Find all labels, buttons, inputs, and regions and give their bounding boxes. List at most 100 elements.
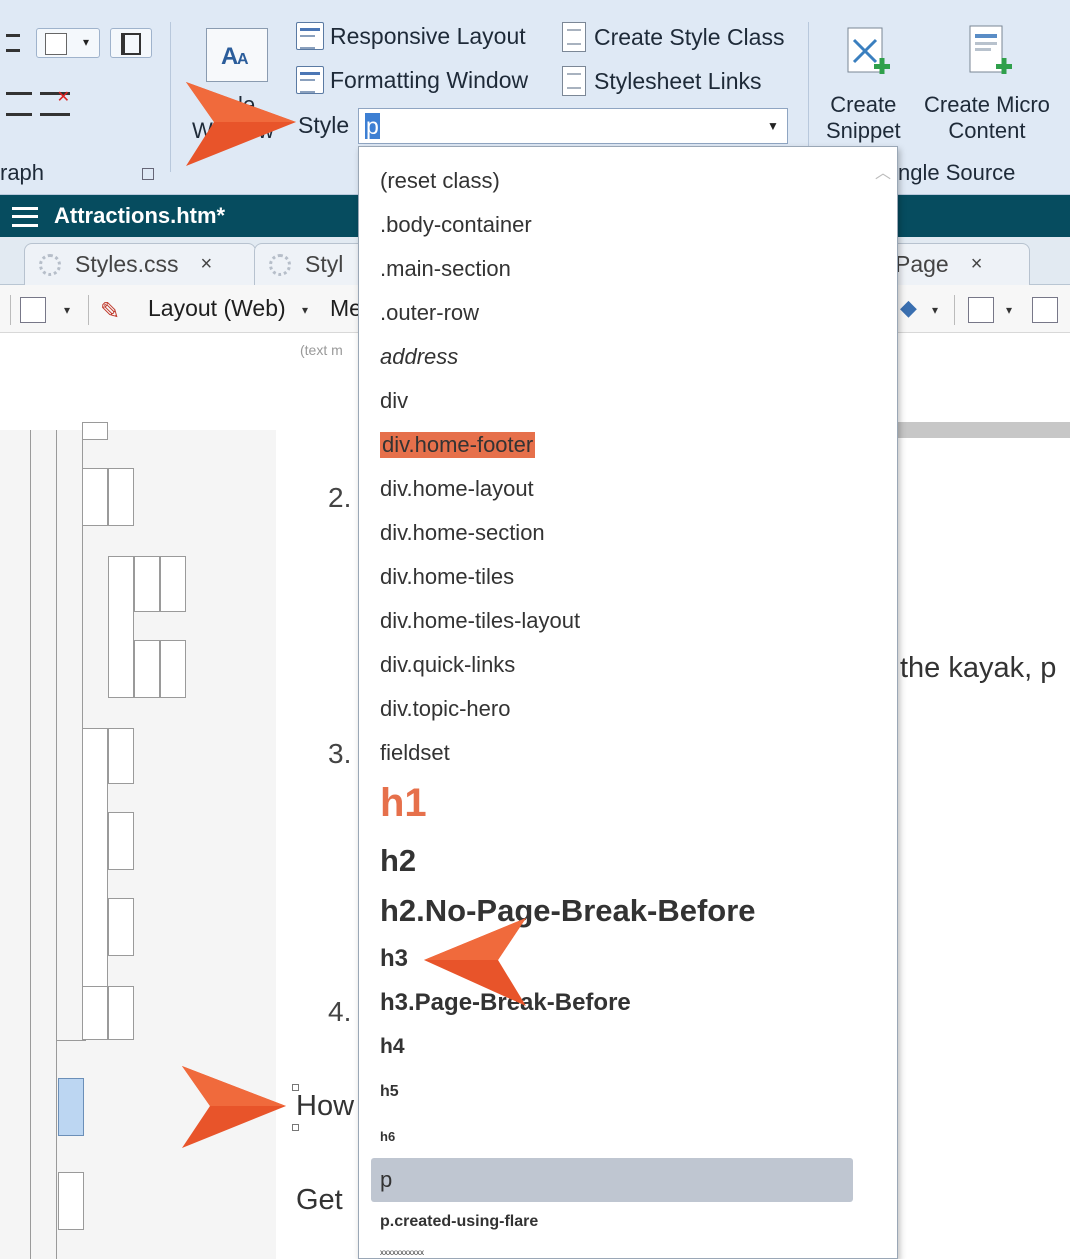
structure-node-selected[interactable]	[58, 1078, 84, 1136]
style-option[interactable]: div	[380, 388, 408, 414]
chevron-down-icon[interactable]: ▾	[932, 303, 938, 317]
create-micro-content-label[interactable]: Create Micro Content	[924, 92, 1050, 144]
style-option[interactable]: div.home-layout	[380, 476, 534, 502]
layout-web-dropdown[interactable]: Layout (Web)	[148, 295, 286, 322]
toolbar-separator	[954, 295, 955, 325]
chevron-down-icon[interactable]: ▾	[1006, 303, 1012, 317]
structure-node[interactable]	[108, 468, 134, 526]
group-separator	[170, 22, 171, 172]
structure-node[interactable]	[58, 1172, 84, 1230]
responsive-layout-icon	[296, 22, 324, 50]
style-option[interactable]: address	[380, 344, 458, 370]
style-option[interactable]: h5	[380, 1083, 399, 1101]
chevron-down-icon[interactable]: ▼	[759, 109, 787, 143]
style-option[interactable]: div.quick-links	[380, 652, 515, 678]
snippet-icon	[847, 27, 890, 74]
style-option[interactable]: div.home-section	[380, 520, 545, 546]
style-window-icon-small: A	[237, 51, 249, 68]
stylesheet-links-button[interactable]: Stylesheet Links	[562, 66, 761, 96]
style-window-button[interactable]: A A	[206, 28, 268, 82]
structure-node[interactable]	[108, 556, 134, 698]
create-micro-content-button[interactable]	[968, 22, 1014, 84]
paragraph-icon	[45, 33, 67, 55]
style-option[interactable]: (reset class)	[380, 168, 500, 194]
single-source-group-label: ngle Source	[898, 160, 1016, 185]
create-micro-content-label-line1: Create Micro	[924, 92, 1050, 117]
toolbar-separator	[10, 295, 11, 325]
micro-content-icon	[969, 25, 1012, 74]
stylesheet-links-icon	[562, 66, 586, 96]
selection-handle[interactable]	[292, 1084, 299, 1091]
style-window-icon: A	[221, 43, 239, 70]
formatting-window-button[interactable]: Formatting Window	[296, 66, 528, 94]
style-option[interactable]: p	[380, 1167, 392, 1193]
style-option[interactable]: .main-section	[380, 256, 511, 282]
create-style-class-label: Create Style Class	[594, 23, 785, 50]
list-icon	[121, 33, 141, 55]
style-option[interactable]: xxxxxxxxxxx	[380, 1248, 424, 1257]
style-option[interactable]: h4	[380, 1035, 405, 1059]
list-number: 3.	[328, 738, 352, 769]
callout-arrow-style	[186, 82, 296, 166]
style-option[interactable]: h6	[380, 1129, 395, 1144]
style-combo-value: p	[365, 113, 380, 139]
paragraph-style-button[interactable]: ▾	[36, 28, 100, 58]
layout-icon: ✎	[100, 298, 121, 325]
body-text-how[interactable]: How	[296, 1090, 354, 1123]
style-option[interactable]: p.created-using-flare	[380, 1213, 538, 1231]
text-icon[interactable]	[1032, 297, 1058, 323]
create-micro-content-label-line2: Content	[948, 118, 1026, 143]
structure-node[interactable]	[108, 728, 134, 784]
structure-line	[30, 430, 31, 1259]
style-option[interactable]: .body-container	[380, 212, 532, 238]
align-left-icon	[6, 34, 20, 52]
style-option[interactable]: fieldset	[380, 740, 450, 766]
structure-node[interactable]	[108, 812, 134, 870]
structure-node[interactable]	[160, 640, 186, 698]
tool-icon[interactable]: ◆	[900, 295, 917, 321]
responsive-layout-button[interactable]: Responsive Layout	[296, 22, 526, 50]
create-snippet-label[interactable]: Create Snippet	[826, 92, 901, 144]
create-style-class-button[interactable]: Create Style Class	[562, 22, 784, 52]
zoom-icon[interactable]	[20, 297, 46, 323]
style-option[interactable]: .outer-row	[380, 300, 479, 326]
chevron-down-icon[interactable]: ▾	[302, 303, 308, 317]
list-button[interactable]	[110, 28, 152, 58]
tab-page[interactable]: Page ×	[880, 243, 1030, 285]
formatting-window-label: Formatting Window	[330, 66, 529, 93]
structure-node[interactable]	[134, 556, 160, 612]
menu-icon[interactable]	[12, 207, 38, 227]
style-option[interactable]: div.topic-hero	[380, 696, 510, 722]
body-text-kayak: the kayak, p	[900, 652, 1057, 684]
dialog-launcher-icon[interactable]	[142, 168, 154, 180]
structure-node[interactable]	[108, 898, 134, 956]
style-option[interactable]: h1	[380, 781, 427, 826]
gear-icon	[269, 253, 291, 276]
style-option[interactable]: div.home-tiles	[380, 564, 514, 590]
justify-icon[interactable]	[6, 92, 32, 116]
style-option[interactable]: div.home-tiles-layout	[380, 608, 580, 634]
structure-node[interactable]	[82, 986, 108, 1040]
style-option[interactable]: h3	[380, 945, 408, 973]
list-number: 4.	[328, 996, 352, 1027]
align-left-button[interactable]	[2, 28, 28, 58]
clear-format-icon[interactable]: ✕	[40, 89, 70, 116]
tab-styles-css[interactable]: Styles.css ×	[24, 243, 256, 285]
variable-icon[interactable]	[968, 297, 994, 323]
chevron-down-icon[interactable]: ▾	[64, 303, 70, 317]
structure-node[interactable]	[82, 422, 108, 440]
selection-handle[interactable]	[292, 1124, 299, 1131]
structure-node[interactable]	[108, 986, 134, 1040]
structure-node[interactable]	[160, 556, 186, 612]
structure-node[interactable]	[82, 468, 108, 526]
create-snippet-button[interactable]	[846, 22, 892, 84]
structure-node[interactable]	[134, 640, 160, 698]
close-icon[interactable]: ×	[201, 253, 213, 276]
close-icon[interactable]: ×	[971, 253, 983, 276]
style-option[interactable]: h2	[380, 843, 416, 879]
scroll-up-icon[interactable]: ︿	[875, 159, 891, 183]
style-dropdown-list[interactable]: ︿ (reset class) .body-container .main-sect…	[358, 146, 898, 1259]
structure-line	[56, 430, 57, 1259]
style-combo[interactable]: p ▼	[358, 108, 788, 144]
style-option[interactable]: div.home-footer	[380, 432, 536, 458]
